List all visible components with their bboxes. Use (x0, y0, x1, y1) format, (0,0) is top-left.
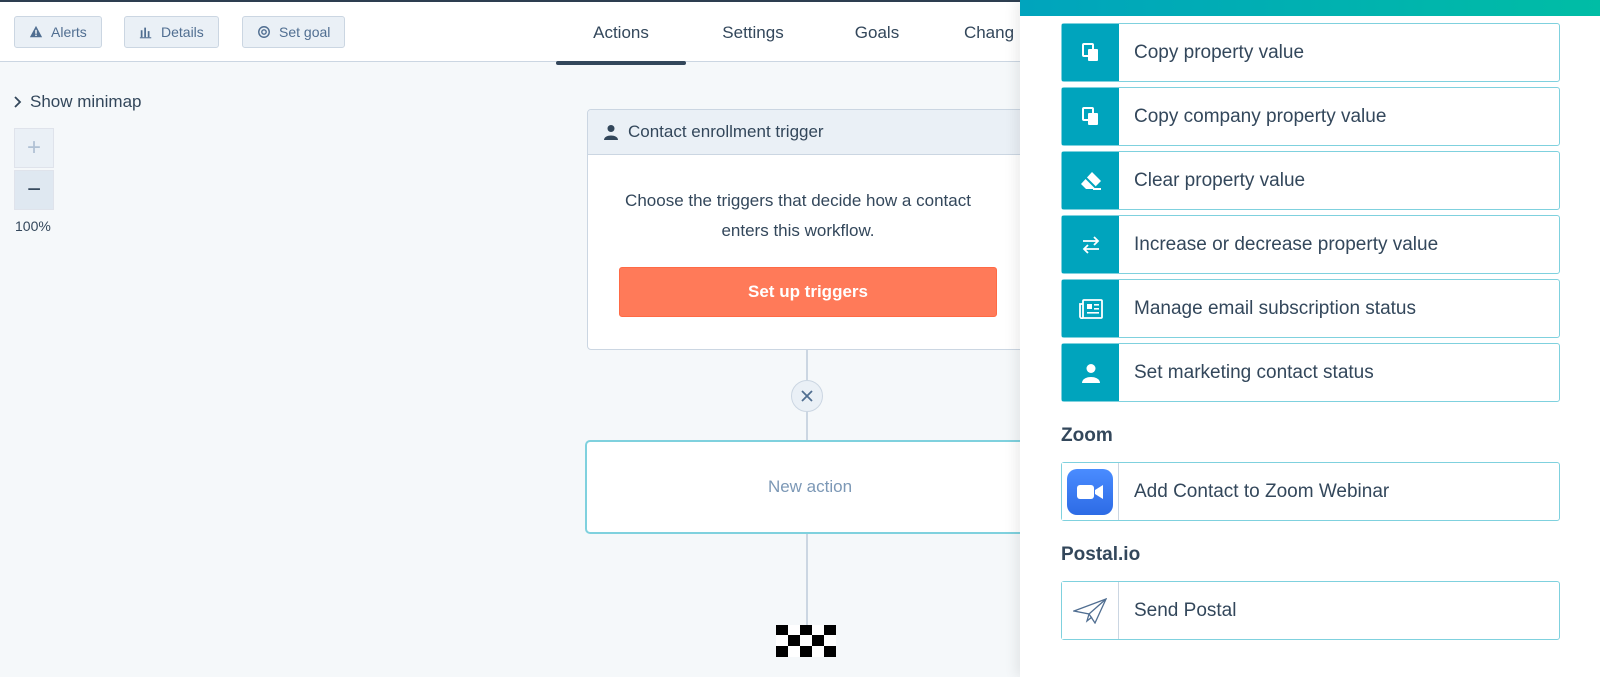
set-goal-button[interactable]: Set goal (242, 16, 346, 48)
copy-icon (1062, 88, 1119, 145)
new-action-label: New action (767, 477, 853, 496)
zoom-section-title: Zoom (1061, 425, 1113, 446)
action-label: Copy property value (1134, 41, 1305, 63)
action-clear-property-value[interactable]: Clear property value (1061, 151, 1560, 210)
action-label: Increase or decrease property value (1134, 233, 1439, 255)
alerts-label: Alerts (51, 24, 87, 40)
action-label: Set marketing contact status (1134, 361, 1374, 383)
paper-plane-icon (1062, 582, 1119, 639)
connector-line (806, 412, 808, 440)
alerts-button[interactable]: Alerts (14, 16, 102, 48)
tab-actions[interactable]: Actions (556, 2, 686, 65)
chevron-right-icon (14, 96, 22, 108)
warning-icon (29, 25, 43, 38)
finish-flag-icon (776, 625, 836, 657)
action-set-marketing-contact-status[interactable]: Set marketing contact status (1061, 343, 1560, 402)
connector-line (806, 534, 808, 626)
action-manage-email-subscription-status[interactable]: Manage email subscription status (1061, 279, 1560, 338)
action-copy-property-value[interactable]: Copy property value (1061, 23, 1560, 82)
set-goal-label: Set goal (279, 24, 331, 40)
action-label: Add Contact to Zoom Webinar (1134, 480, 1390, 502)
trigger-title: Contact enrollment trigger (628, 122, 824, 141)
zoom-level: 100% (15, 218, 51, 234)
contact-icon (1062, 344, 1119, 401)
eraser-icon (1062, 152, 1119, 209)
arrows-swap-icon (1062, 216, 1119, 273)
tab-bar: Actions Settings Goals Chang (556, 2, 1044, 65)
connector-line (806, 350, 808, 380)
action-add-contact-zoom-webinar[interactable]: Add Contact to Zoom Webinar (1061, 462, 1560, 521)
show-minimap-label: Show minimap (30, 92, 142, 111)
details-button[interactable]: Details (124, 16, 219, 48)
details-label: Details (161, 24, 204, 40)
panel-accent-bar (1020, 0, 1600, 16)
show-minimap-toggle[interactable]: Show minimap (14, 92, 142, 112)
action-increase-decrease-property-value[interactable]: Increase or decrease property value (1061, 215, 1560, 274)
action-send-postal[interactable]: Send Postal (1061, 581, 1560, 640)
newsletter-icon (1062, 280, 1119, 337)
zoom-out-button[interactable]: − (14, 170, 54, 210)
action-label: Copy company property value (1134, 105, 1387, 127)
new-action-card[interactable]: New action (585, 440, 1035, 534)
trigger-card-header: Contact enrollment trigger (588, 110, 1026, 155)
zoom-in-button[interactable]: + (14, 128, 54, 168)
contact-icon (604, 125, 618, 140)
set-up-triggers-button[interactable]: Set up triggers (619, 267, 997, 317)
copy-icon (1062, 24, 1119, 81)
bar-chart-icon (139, 27, 152, 39)
close-icon (801, 390, 813, 402)
action-label: Manage email subscription status (1134, 297, 1416, 319)
action-label: Send Postal (1134, 599, 1237, 621)
action-label: Clear property value (1134, 169, 1306, 191)
trigger-description: Choose the triggers that decide how a co… (625, 191, 971, 240)
zoom-app-icon (1062, 463, 1119, 520)
postal-section-title: Postal.io (1061, 544, 1141, 565)
enrollment-trigger-card[interactable]: Contact enrollment trigger Choose the tr… (587, 109, 1027, 350)
remove-connection-button[interactable] (791, 380, 823, 412)
target-icon (258, 26, 270, 38)
action-picker-panel: Copy property value Copy company propert… (1020, 0, 1600, 677)
action-copy-company-property-value[interactable]: Copy company property value (1061, 87, 1560, 146)
tab-goals[interactable]: Goals (820, 2, 934, 64)
tab-settings[interactable]: Settings (686, 2, 820, 64)
